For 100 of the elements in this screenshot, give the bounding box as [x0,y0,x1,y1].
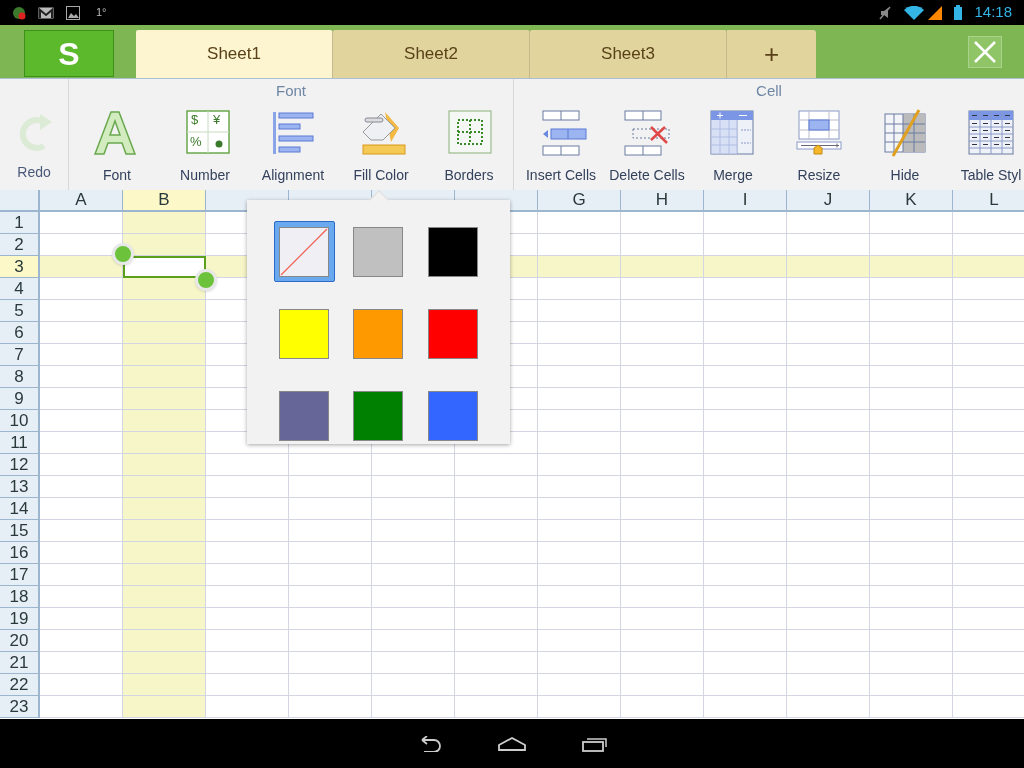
table-cell[interactable] [538,674,621,696]
table-cell[interactable] [372,586,455,608]
row-header[interactable]: 10 [0,410,40,432]
table-cell[interactable] [870,674,953,696]
table-cell[interactable] [372,476,455,498]
table-cell[interactable] [289,454,372,476]
table-cell[interactable] [372,608,455,630]
table-cell[interactable] [621,454,704,476]
table-cell[interactable] [621,608,704,630]
table-cell[interactable] [206,674,289,696]
table-cell[interactable] [289,630,372,652]
table-cell[interactable] [621,674,704,696]
toolbar-button[interactable]: Resize [776,103,862,186]
row-header[interactable]: 9 [0,388,40,410]
column-header[interactable]: B [123,190,206,212]
table-cell[interactable] [621,300,704,322]
table-cell[interactable] [123,388,206,410]
table-cell[interactable] [538,234,621,256]
table-cell[interactable] [538,300,621,322]
table-cell[interactable] [289,520,372,542]
table-cell[interactable] [621,476,704,498]
table-cell[interactable] [704,454,787,476]
table-cell[interactable] [40,674,123,696]
table-cell[interactable] [123,322,206,344]
table-cell[interactable] [870,432,953,454]
table-cell[interactable] [538,278,621,300]
table-cell[interactable] [455,476,538,498]
table-cell[interactable] [455,542,538,564]
table-cell[interactable] [455,652,538,674]
table-cell[interactable] [455,674,538,696]
table-cell[interactable] [870,278,953,300]
table-cell[interactable] [787,344,870,366]
table-cell[interactable] [870,630,953,652]
table-cell[interactable] [538,410,621,432]
table-cell[interactable] [704,278,787,300]
table-cell[interactable] [123,234,206,256]
table-cell[interactable] [704,652,787,674]
column-header[interactable]: A [40,190,123,212]
close-icon[interactable] [968,36,1002,68]
table-cell[interactable] [621,410,704,432]
table-cell[interactable] [787,322,870,344]
table-cell[interactable] [372,652,455,674]
table-cell[interactable] [372,564,455,586]
toolbar-button[interactable]: Delete Cells [604,103,690,186]
table-cell[interactable] [787,432,870,454]
table-cell[interactable] [621,366,704,388]
table-cell[interactable] [372,454,455,476]
table-cell[interactable] [40,366,123,388]
table-cell[interactable] [289,476,372,498]
table-cell[interactable] [123,454,206,476]
table-cell[interactable] [206,564,289,586]
table-cell[interactable] [40,388,123,410]
table-cell[interactable] [787,674,870,696]
table-cell[interactable] [40,586,123,608]
table-cell[interactable] [621,586,704,608]
table-cell[interactable] [704,212,787,234]
table-cell[interactable] [538,498,621,520]
table-cell[interactable] [123,608,206,630]
table-cell[interactable] [40,564,123,586]
table-cell[interactable] [704,476,787,498]
table-cell[interactable] [787,476,870,498]
table-cell[interactable] [40,608,123,630]
table-cell[interactable] [704,542,787,564]
table-cell[interactable] [40,212,123,234]
table-cell[interactable] [40,322,123,344]
sheet-tab[interactable]: Sheet2 [333,30,530,78]
table-cell[interactable] [953,256,1024,278]
table-cell[interactable] [870,300,953,322]
row-header[interactable]: 8 [0,366,40,388]
table-cell[interactable] [621,388,704,410]
table-cell[interactable] [372,630,455,652]
table-cell[interactable] [372,498,455,520]
table-cell[interactable] [123,564,206,586]
table-cell[interactable] [704,366,787,388]
table-cell[interactable] [40,520,123,542]
table-cell[interactable] [206,542,289,564]
table-cell[interactable] [787,212,870,234]
table-cell[interactable] [40,256,123,278]
table-cell[interactable] [123,696,206,718]
table-cell[interactable] [289,652,372,674]
table-cell[interactable] [621,696,704,718]
table-cell[interactable] [123,520,206,542]
table-cell[interactable] [704,564,787,586]
table-cell[interactable] [787,630,870,652]
table-cell[interactable] [40,542,123,564]
table-cell[interactable] [787,652,870,674]
row-header[interactable]: 14 [0,498,40,520]
table-cell[interactable] [123,300,206,322]
color-swatch[interactable] [273,221,335,282]
row-header[interactable]: 19 [0,608,40,630]
table-cell[interactable] [40,234,123,256]
add-sheet-button[interactable]: + [727,30,816,78]
table-cell[interactable] [123,652,206,674]
toolbar-button[interactable]: Table Styl [948,103,1024,186]
table-cell[interactable] [621,256,704,278]
table-cell[interactable] [704,388,787,410]
table-cell[interactable] [123,674,206,696]
table-cell[interactable] [40,476,123,498]
table-cell[interactable] [538,344,621,366]
table-cell[interactable] [704,608,787,630]
